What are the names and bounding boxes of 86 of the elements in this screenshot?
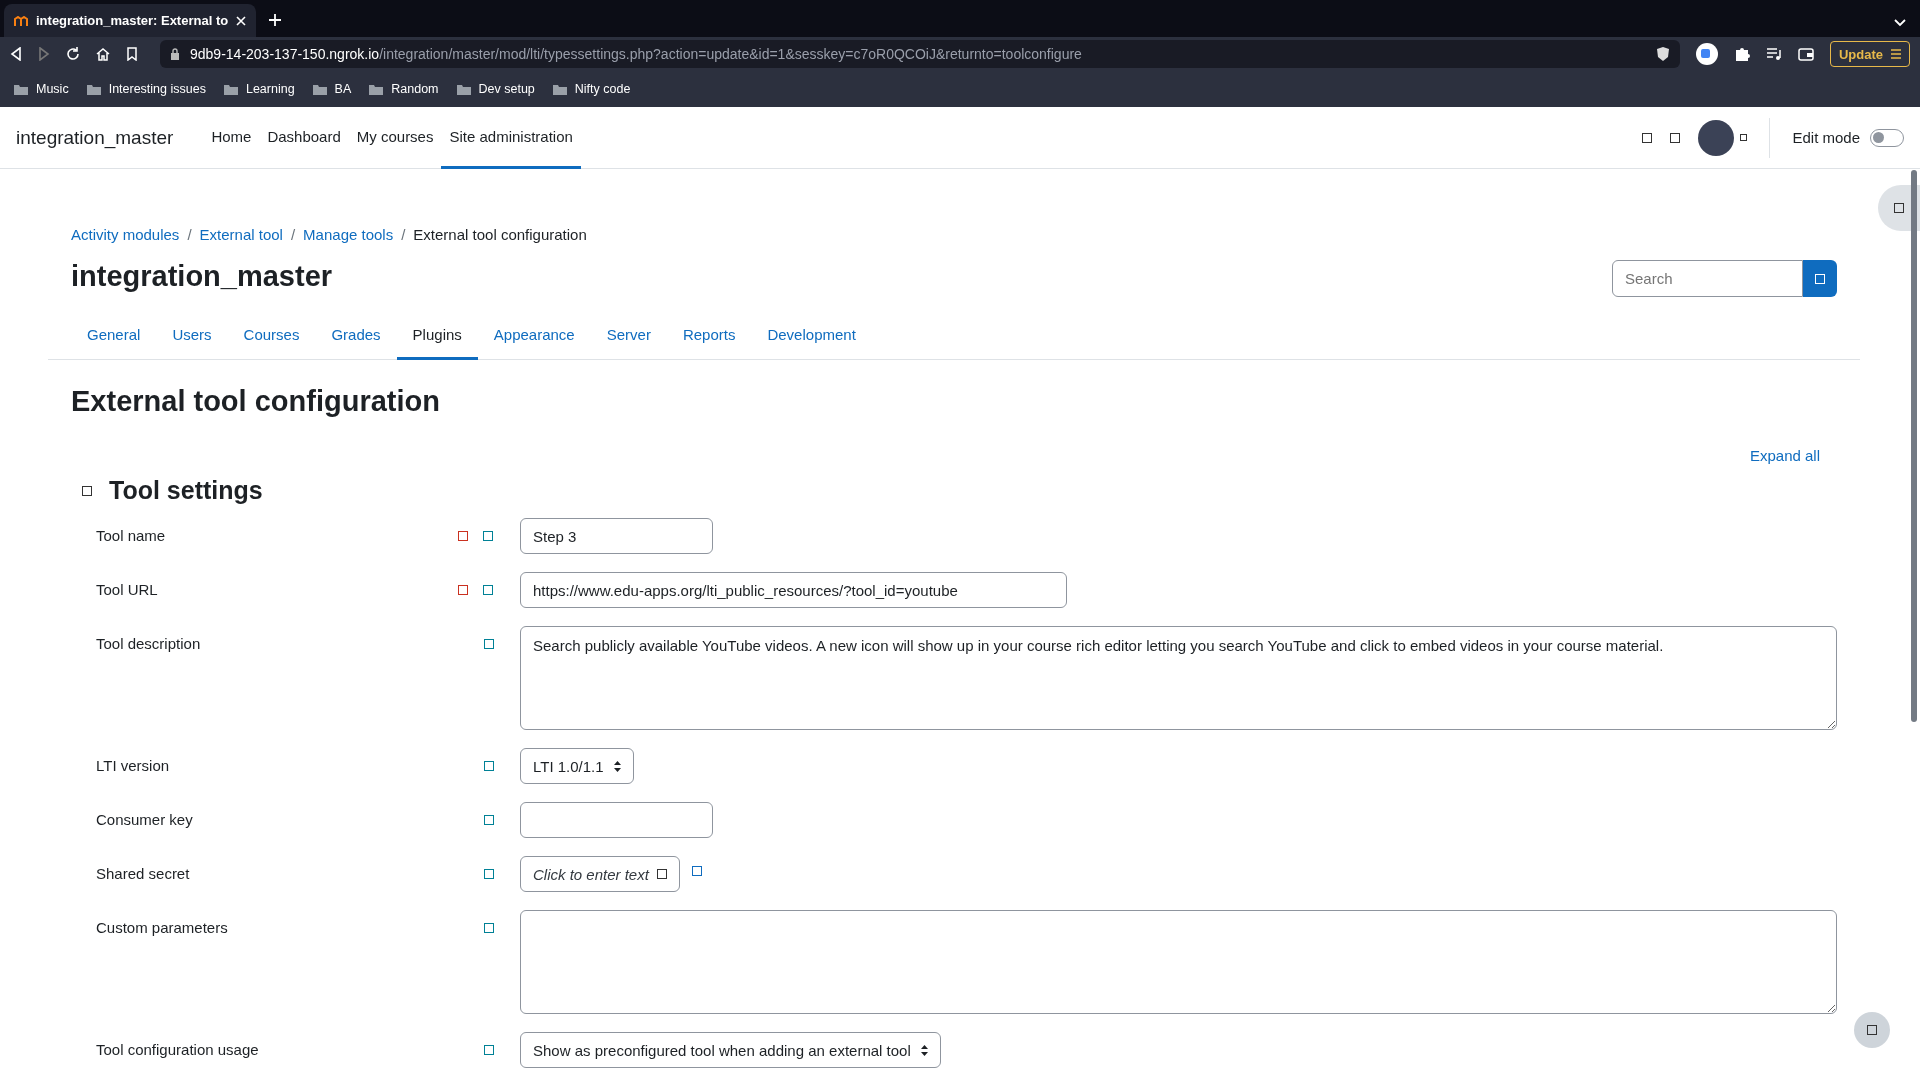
- square-icon[interactable]: [1642, 132, 1653, 143]
- breadcrumb-link[interactable]: External tool: [199, 226, 283, 243]
- wallet-icon[interactable]: [1797, 47, 1814, 61]
- dropdown[interactable]: LTI 1.0/1.1: [520, 748, 634, 784]
- playlist-icon[interactable]: [1765, 47, 1782, 61]
- text-field[interactable]: Step 3: [520, 518, 713, 554]
- field-label: LTI version: [95, 756, 171, 776]
- folder-icon: [312, 83, 327, 95]
- letter-m-logo-icon: [14, 15, 28, 26]
- field-label: Tool description: [95, 634, 202, 654]
- expand-all-link[interactable]: Expand all: [1749, 447, 1820, 464]
- update-button[interactable]: Update: [1829, 41, 1910, 67]
- folder-icon: [223, 83, 238, 95]
- avatar-circle[interactable]: [1698, 119, 1735, 156]
- scrollbar[interactable]: [1911, 170, 1917, 722]
- admin-tab[interactable]: Server: [590, 315, 667, 360]
- bookmark-item[interactable]: Random: [369, 82, 439, 96]
- sort-arrows-icon: [613, 760, 621, 772]
- bookmark-item[interactable]: Music: [14, 82, 69, 96]
- breadcrumb-separator: /: [290, 226, 296, 243]
- nav-link[interactable]: Dashboard: [259, 107, 349, 169]
- admin-tab[interactable]: Appearance: [477, 315, 591, 360]
- field-label: Tool name: [95, 526, 167, 546]
- field-label: Custom parameters: [95, 918, 229, 938]
- shield-icon[interactable]: [1655, 46, 1670, 62]
- admin-tab[interactable]: General: [71, 315, 157, 360]
- bookmark-item[interactable]: BA: [312, 82, 352, 96]
- menu-icon: [1891, 49, 1901, 59]
- puzzle-icon[interactable]: [1733, 46, 1750, 62]
- folder-icon: [86, 83, 101, 95]
- forward-icon[interactable]: [38, 47, 50, 61]
- dropdown[interactable]: Show as preconfigured tool when adding an external tool: [520, 1032, 941, 1068]
- browser-tab[interactable]: integration_master: External to: [4, 4, 257, 37]
- field-label: Tool configuration usage: [95, 1040, 260, 1060]
- site-name-link[interactable]: integration_master: [16, 107, 174, 168]
- breadcrumb-link[interactable]: Manage tools: [303, 226, 394, 243]
- admin-tab[interactable]: Reports: [666, 315, 752, 360]
- folder-icon: [456, 83, 471, 95]
- field-label: Shared secret: [95, 864, 191, 884]
- bookmark-item[interactable]: Nifty code: [552, 82, 631, 96]
- folder-icon: [369, 83, 384, 95]
- nav-link[interactable]: Home: [203, 107, 260, 169]
- back-icon[interactable]: [10, 47, 22, 61]
- square-icon[interactable]: [1740, 134, 1748, 141]
- close-icon[interactable]: [236, 15, 247, 26]
- field-label: Consumer key: [95, 810, 194, 830]
- breadcrumb-separator: /: [401, 226, 406, 243]
- breadcrumb-link[interactable]: Activity modules: [71, 226, 180, 243]
- text-field[interactable]: [520, 802, 713, 838]
- square-icon[interactable]: [82, 485, 92, 496]
- home-icon[interactable]: [96, 47, 110, 61]
- admin-tab[interactable]: Users: [156, 315, 228, 360]
- nav-link[interactable]: My courses: [348, 107, 442, 169]
- breadcrumb-separator: /: [187, 226, 192, 243]
- nav-link[interactable]: Site administration: [441, 107, 581, 169]
- admin-tab[interactable]: Courses: [227, 315, 316, 360]
- folder-icon: [552, 83, 567, 95]
- square-icon[interactable]: [1670, 132, 1681, 143]
- breadcrumb-current: External tool configuration: [413, 226, 587, 243]
- section-heading: External tool configuration: [71, 385, 441, 418]
- page-title: integration_master: [71, 260, 334, 293]
- field-label: Tool URL: [95, 580, 159, 600]
- sort-arrows-icon: [920, 1044, 928, 1056]
- square-icon[interactable]: [691, 866, 702, 876]
- lock-icon: [170, 48, 180, 60]
- bookmark-item[interactable]: Learning: [223, 82, 295, 96]
- bookmark-item[interactable]: Dev setup: [456, 82, 535, 96]
- admin-tab[interactable]: Development: [751, 315, 872, 360]
- footer-button[interactable]: [1854, 1012, 1890, 1048]
- bookmark-icon[interactable]: [126, 47, 138, 61]
- url-field[interactable]: https://www.edu-apps.org/lti_public_resources/?tool_id=youtube: [520, 572, 1067, 608]
- admin-tab[interactable]: Plugins: [396, 315, 478, 360]
- reload-icon[interactable]: [66, 47, 80, 61]
- text-area[interactable]: Search publicly available YouTube videos. A new icon will show up in your course rich editor letting you search YouTube and click to embed videos in your course material.: [520, 626, 1837, 730]
- folder-icon: [14, 83, 28, 95]
- search-field[interactable]: Search: [1612, 260, 1803, 297]
- chevron-down-icon[interactable]: [1894, 19, 1906, 27]
- search-button[interactable]: [1803, 260, 1837, 297]
- bookmark-item[interactable]: Interesting issues: [86, 82, 206, 96]
- section-title: Tool settings: [109, 476, 263, 505]
- edit-mode-label: Edit mode: [1792, 129, 1860, 146]
- text-area[interactable]: [520, 910, 1837, 1014]
- admin-tab[interactable]: Grades: [315, 315, 397, 360]
- inline-edit-field[interactable]: Click to enter text: [520, 856, 680, 892]
- plus-icon[interactable]: [268, 13, 283, 27]
- address-bar[interactable]: 9db9-14-203-137-150.ngrok.io/integration/master/mod/lti/typessettings.php?action=update&id=1&sesskey=c7oR0QCOiJ&returnto=toolconfigure: [160, 40, 1680, 68]
